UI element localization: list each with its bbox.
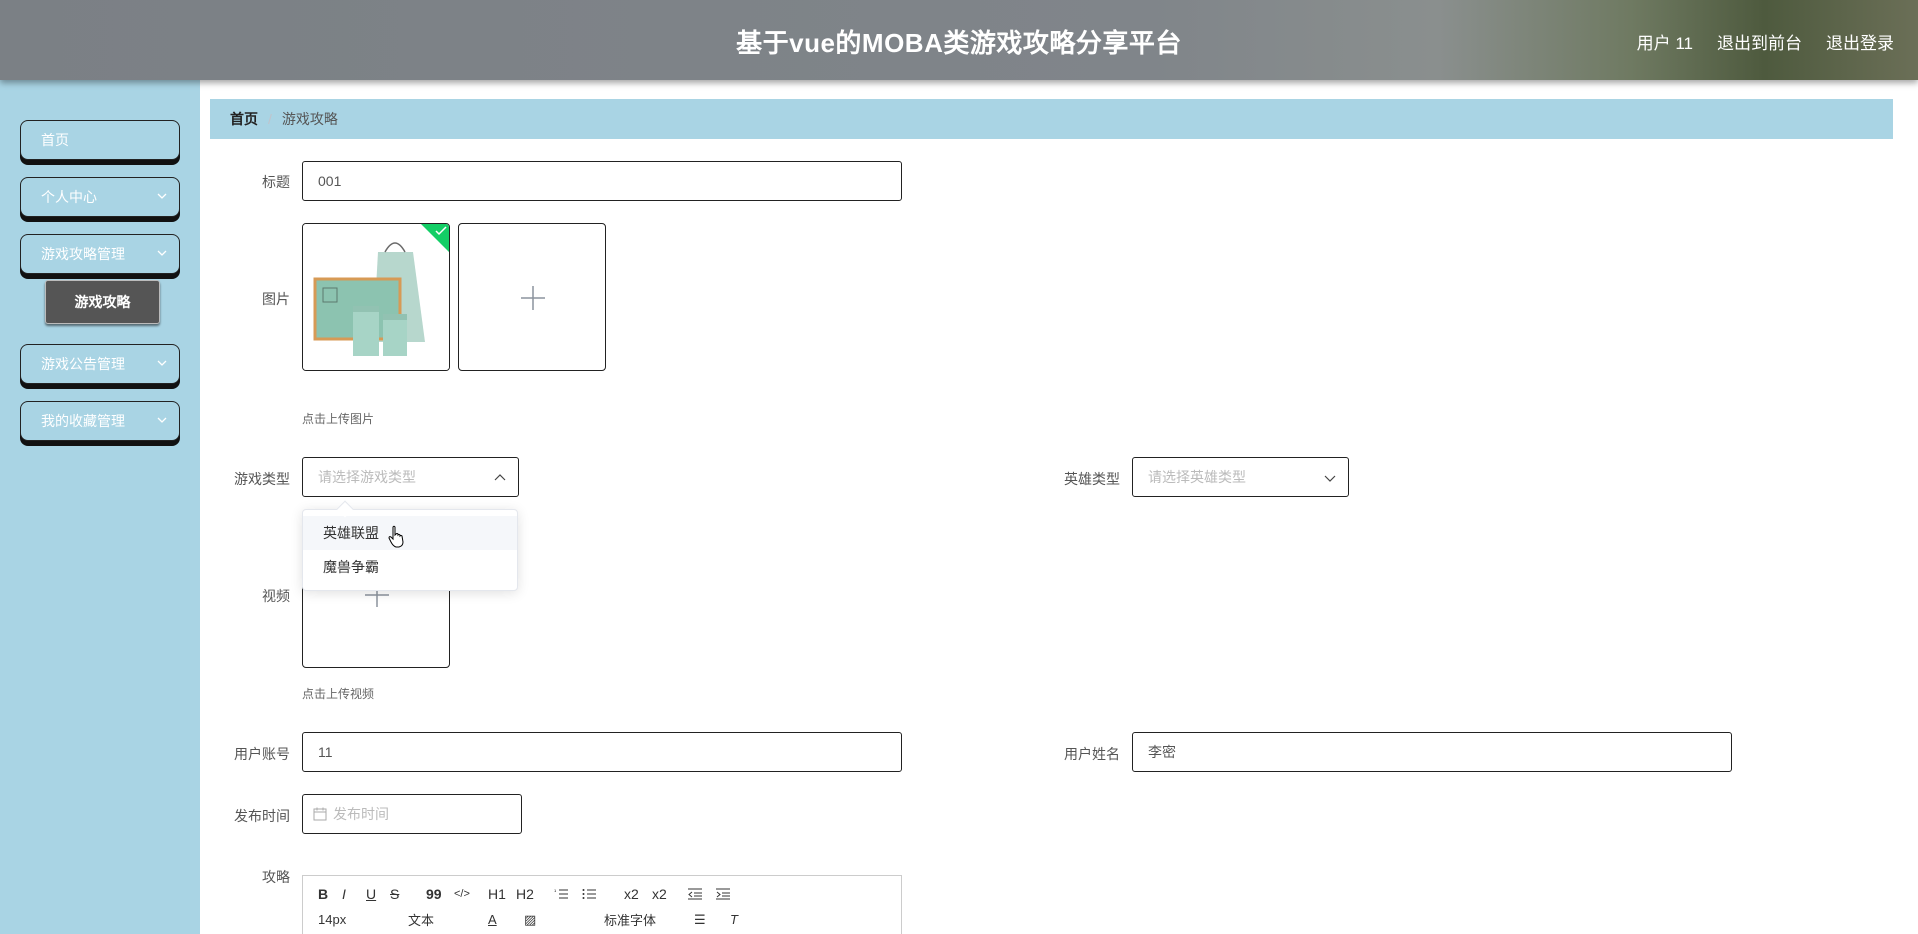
publish-time-picker[interactable]: 发布时间 <box>302 794 522 834</box>
game-type-dropdown: 英雄联盟 魔兽争霸 <box>302 500 518 591</box>
dropdown-arrow <box>336 500 354 518</box>
strategy-label: 攻略 <box>262 869 290 885</box>
chevron-down-icon <box>1324 475 1336 482</box>
title-label: 标题 <box>262 174 290 190</box>
hero-type-select[interactable]: 请选择英雄类型 <box>1132 457 1349 497</box>
rich-text-editor[interactable]: B I U S 99 </> H1 H2 1 x2 x2 14px 文本 A ▨… <box>302 875 902 934</box>
svg-text:1: 1 <box>554 888 557 893</box>
user-name[interactable]: 用户 11 <box>1637 29 1693 54</box>
image-upload-button[interactable] <box>458 223 606 371</box>
ordered-list-icon[interactable]: 1 <box>554 888 568 900</box>
sidebar-item-label: 我的收藏管理 <box>41 413 125 429</box>
back-to-front-link[interactable]: 退出到前台 <box>1717 29 1802 54</box>
dropdown-option-warcraft[interactable]: 魔兽争霸 <box>303 550 517 584</box>
bullet-list-icon[interactable] <box>582 888 596 900</box>
check-icon <box>435 226 447 236</box>
breadcrumb: 首页 / 游戏攻略 <box>210 99 1893 139</box>
name-input[interactable]: 李密 <box>1132 732 1732 772</box>
game-type-label: 游戏类型 <box>234 471 290 487</box>
clear-format-icon[interactable]: T <box>730 912 738 927</box>
chevron-up-icon <box>494 474 506 481</box>
top-header: 基于vue的MOBA类游戏攻略分享平台 用户 11 退出到前台 退出登录 <box>0 0 1918 80</box>
sidebar-item-label: 首页 <box>41 132 69 148</box>
chevron-down-icon <box>157 417 167 423</box>
font-family-select[interactable]: 标准字体 <box>604 910 694 929</box>
game-type-placeholder: 请选择游戏类型 <box>318 469 416 485</box>
indent-icon[interactable] <box>716 888 730 900</box>
background-color-icon[interactable]: ▨ <box>524 912 604 928</box>
game-type-select[interactable]: 请选择游戏类型 <box>302 457 519 497</box>
font-color-icon[interactable]: A <box>488 912 524 927</box>
editor-toolbar-row-1: B I U S 99 </> H1 H2 1 x2 x2 <box>318 886 730 902</box>
breadcrumb-current: 游戏攻略 <box>281 111 338 127</box>
chevron-down-icon <box>157 360 167 366</box>
outdent-icon[interactable] <box>688 888 702 900</box>
chevron-down-icon <box>157 250 167 256</box>
logout-link[interactable]: 退出登录 <box>1826 29 1894 54</box>
underline-icon[interactable]: U <box>366 886 390 902</box>
sidebar-item-notice-management[interactable]: 游戏公告管理 <box>20 344 180 384</box>
hero-type-placeholder: 请选择英雄类型 <box>1148 469 1246 485</box>
publish-time-placeholder: 发布时间 <box>333 806 389 822</box>
image-label: 图片 <box>262 291 290 307</box>
hand-cursor-icon <box>388 525 404 548</box>
name-label: 用户姓名 <box>1064 746 1120 762</box>
sidebar-subitem-strategy[interactable]: 游戏攻略 <box>45 280 160 324</box>
h2-icon[interactable]: H2 <box>516 886 554 902</box>
code-icon[interactable]: </> <box>454 888 488 900</box>
align-icon[interactable]: ☰ <box>694 912 730 928</box>
italic-icon[interactable]: I <box>342 886 366 902</box>
video-label: 视频 <box>262 588 290 604</box>
image-upload-hint: 点击上传图片 <box>302 412 375 426</box>
calendar-icon <box>313 807 327 821</box>
sidebar: 首页 个人中心 游戏攻略管理 游戏攻略 游戏公告管理 我的收藏管理 <box>0 80 200 934</box>
sidebar-item-personal-center[interactable]: 个人中心 <box>20 177 180 217</box>
sidebar-item-label: 个人中心 <box>41 189 97 205</box>
publish-time-label: 发布时间 <box>234 808 290 824</box>
header-nav: 用户 11 退出到前台 退出登录 <box>1637 29 1918 54</box>
subscript-icon[interactable]: x2 <box>624 886 652 902</box>
sidebar-item-favorites-management[interactable]: 我的收藏管理 <box>20 401 180 441</box>
account-input[interactable]: 11 <box>302 732 902 772</box>
editor-toolbar-row-2: 14px 文本 A ▨ 标准字体 ☰ T <box>318 910 738 929</box>
video-upload-hint: 点击上传视频 <box>302 687 375 701</box>
app-title: 基于vue的MOBA类游戏攻略分享平台 <box>736 28 1182 58</box>
sidebar-item-strategy-management[interactable]: 游戏攻略管理 <box>20 234 180 274</box>
hero-type-label: 英雄类型 <box>1064 471 1120 487</box>
breadcrumb-home[interactable]: 首页 <box>230 109 258 129</box>
chevron-down-icon <box>157 193 167 199</box>
sidebar-item-label: 游戏公告管理 <box>41 356 125 372</box>
breadcrumb-separator: / <box>268 111 272 127</box>
font-size-select[interactable]: 14px <box>318 912 408 927</box>
sidebar-item-label: 游戏攻略管理 <box>41 246 125 262</box>
account-label: 用户账号 <box>234 746 290 762</box>
block-format-select[interactable]: 文本 <box>408 910 488 929</box>
bold-icon[interactable]: B <box>318 886 342 902</box>
strike-icon[interactable]: S <box>390 886 426 902</box>
uploaded-image-thumbnail[interactable] <box>302 223 450 371</box>
sidebar-item-home[interactable]: 首页 <box>20 120 180 160</box>
dropdown-option-lol[interactable]: 英雄联盟 <box>303 516 517 550</box>
blockquote-icon[interactable]: 99 <box>426 886 454 902</box>
title-input[interactable]: 001 <box>302 161 902 201</box>
plus-icon <box>521 286 545 310</box>
superscript-icon[interactable]: x2 <box>652 886 688 902</box>
h1-icon[interactable]: H1 <box>488 886 516 902</box>
